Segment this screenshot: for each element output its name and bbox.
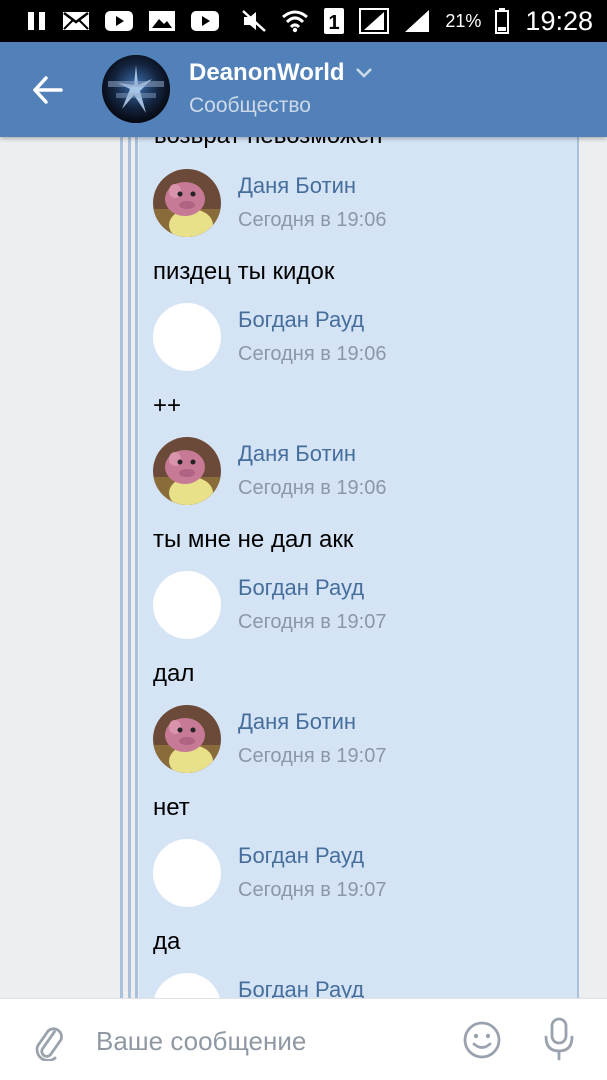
battery-icon	[495, 8, 510, 34]
message-compose-bar	[0, 998, 607, 1080]
community-subtitle: Сообщество	[189, 94, 311, 117]
pink-figure-avatar-icon	[153, 437, 221, 505]
system-icons: 1 21% 19:28	[241, 6, 593, 37]
comment-author[interactable]: Даня Ботин	[238, 173, 356, 199]
comment-author[interactable]: Даня Ботин	[238, 709, 356, 735]
paperclip-icon[interactable]	[28, 1021, 68, 1062]
avatar[interactable]	[153, 303, 221, 371]
youtube-icon	[190, 10, 220, 32]
comment-item: Богдан Рауд	[0, 973, 607, 998]
avatar[interactable]	[153, 839, 221, 907]
comment-item: Богдан Рауд Сегодня в 19:07 да	[0, 839, 607, 973]
avatar[interactable]	[153, 169, 221, 237]
comment-item: Богдан Рауд Сегодня в 19:07 дал	[0, 571, 607, 705]
community-logo-icon	[102, 55, 170, 123]
comment-author[interactable]: Богдан Рауд	[238, 977, 364, 998]
community-avatar[interactable]	[102, 55, 170, 123]
avatar[interactable]	[153, 571, 221, 639]
sim-icon: 1	[323, 7, 345, 35]
comment-timestamp: Сегодня в 19:06	[238, 209, 387, 231]
comment-timestamp: Сегодня в 19:07	[238, 611, 387, 633]
comment-text: да	[153, 928, 181, 955]
comment-timestamp: Сегодня в 19:07	[238, 879, 387, 901]
previous-comment-text: возврат невозможен	[154, 137, 383, 150]
back-button[interactable]	[30, 72, 66, 108]
comment-text: нет	[153, 794, 190, 821]
comment-author[interactable]: Богдан Рауд	[238, 843, 364, 869]
avatar[interactable]	[153, 437, 221, 505]
signal-icon	[359, 8, 390, 34]
comment-text: дал	[153, 660, 195, 687]
comment-timestamp: Сегодня в 19:06	[238, 477, 387, 499]
pink-figure-avatar-icon	[153, 169, 221, 237]
signal-icon	[403, 8, 431, 34]
smile-icon[interactable]	[462, 1020, 502, 1060]
comment-text: ++	[153, 392, 182, 419]
comment-item: Богдан Рауд Сегодня в 19:06 ++	[0, 303, 607, 437]
comment-timestamp: Сегодня в 19:06	[238, 343, 387, 365]
battery-percent: 21%	[445, 10, 482, 31]
gallery-icon	[148, 10, 176, 32]
comment-timestamp: Сегодня в 19:07	[238, 745, 387, 767]
comment-author[interactable]: Даня Ботин	[238, 441, 356, 467]
comment-author[interactable]: Богдан Рауд	[238, 575, 364, 601]
mute-icon	[241, 9, 267, 33]
comment-text: пиздец ты кидок	[153, 258, 335, 285]
microphone-icon[interactable]	[541, 1017, 577, 1061]
youtube-icon	[104, 10, 134, 32]
message-input[interactable]	[96, 1023, 436, 1059]
comment-author[interactable]: Богдан Рауд	[238, 307, 364, 333]
comment-item: Даня Ботин Сегодня в 19:07 нет	[0, 705, 607, 839]
mail-icon	[62, 11, 90, 31]
community-title[interactable]: DeanonWorld	[189, 59, 373, 87]
pink-figure-avatar-icon	[153, 705, 221, 773]
arrow-left-icon	[33, 76, 63, 104]
avatar[interactable]	[153, 973, 221, 998]
comment-item: Даня Ботин Сегодня в 19:06 ты мне не дал…	[0, 437, 607, 571]
chevron-down-icon	[355, 68, 372, 78]
clock: 19:28	[525, 5, 593, 36]
pause-icon	[26, 11, 48, 31]
notification-icons	[26, 10, 220, 32]
svg-text:1: 1	[329, 12, 340, 34]
comment-text: ты мне не дал акк	[153, 526, 354, 553]
page-title: DeanonWorld	[189, 59, 345, 86]
avatar[interactable]	[153, 705, 221, 773]
comment-item: Даня Ботин Сегодня в 19:06 пиздец ты кид…	[0, 169, 607, 303]
wifi-icon	[281, 9, 309, 33]
status-bar: 1 21% 19:28	[0, 0, 607, 42]
app-header: DeanonWorld Сообщество	[0, 42, 607, 137]
comment-thread[interactable]: возврат невозможен Даня Ботин Сегодня в …	[0, 137, 607, 998]
